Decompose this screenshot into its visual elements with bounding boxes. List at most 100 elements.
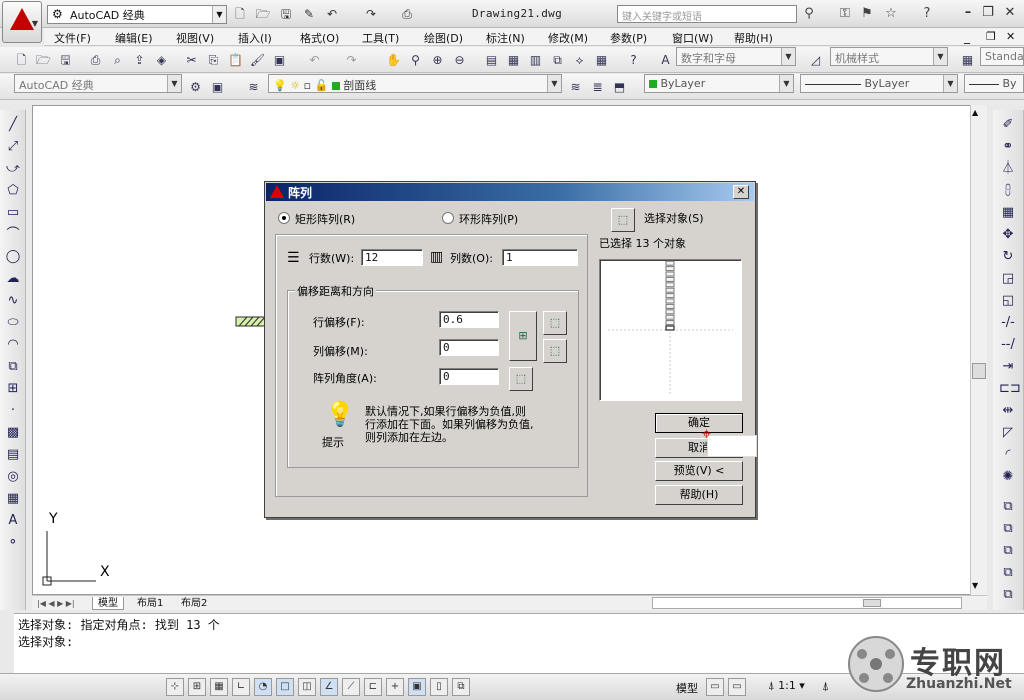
- ok-button[interactable]: 确定: [655, 413, 743, 433]
- array-icon[interactable]: ▦: [999, 204, 1017, 222]
- offset-icon[interactable]: ⩉: [999, 182, 1017, 200]
- dynamic-input-icon[interactable]: ⊏: [364, 678, 382, 696]
- bring-text-front-icon[interactable]: ⧉: [999, 586, 1017, 604]
- menu-parameters[interactable]: 参数(P): [610, 30, 647, 46]
- line-icon[interactable]: ╱: [4, 116, 22, 134]
- tab-layout1[interactable]: 布局1: [132, 597, 168, 610]
- region-icon[interactable]: ◎: [4, 468, 22, 486]
- tool-palettes-icon[interactable]: ▥: [526, 50, 545, 69]
- workspace-settings-icon[interactable]: ⚙: [186, 77, 205, 96]
- rectangle-icon[interactable]: ▭: [4, 204, 22, 222]
- menu-file[interactable]: 文件(F): [54, 30, 91, 46]
- ortho-mode-icon[interactable]: ∟: [232, 678, 250, 696]
- table-icon[interactable]: ▦: [4, 490, 22, 508]
- annotation-visibility-icon[interactable]: ⍋: [822, 679, 829, 694]
- polyline-icon[interactable]: ⤻: [4, 160, 22, 178]
- new-file-icon[interactable]: 🗋: [231, 5, 249, 23]
- redo-icon[interactable]: ↷: [342, 50, 361, 69]
- paste-icon[interactable]: 📋: [226, 50, 245, 69]
- copy-object-icon[interactable]: ⚭: [999, 138, 1017, 156]
- cut-icon[interactable]: ✂: [182, 50, 201, 69]
- menu-tools[interactable]: 工具(T): [362, 30, 399, 46]
- menu-view[interactable]: 视图(V): [176, 30, 214, 46]
- layer-previous-icon[interactable]: ≣: [588, 77, 607, 96]
- draworder-front-icon[interactable]: ⧉: [999, 498, 1017, 516]
- draworder-back-icon[interactable]: ⧉: [999, 520, 1017, 538]
- block-editor-icon[interactable]: ▣: [270, 50, 289, 69]
- trim-icon[interactable]: -/-: [999, 314, 1017, 332]
- workspace-switcher[interactable]: ⚙ AutoCAD 经典 ▼: [47, 5, 227, 24]
- menu-window[interactable]: 窗口(W): [672, 30, 713, 46]
- tab-layout2[interactable]: 布局2: [176, 597, 212, 610]
- plot-icon[interactable]: ⎙: [86, 50, 105, 69]
- zoom-window-icon[interactable]: ⊕: [428, 50, 447, 69]
- tab-nav-arrows[interactable]: |◀ ◀ ▶ ▶|: [32, 597, 80, 610]
- publish-icon[interactable]: ⇪: [130, 50, 149, 69]
- preview-button[interactable]: 预览(V) <: [655, 461, 743, 481]
- stretch-icon[interactable]: ◱: [999, 292, 1017, 310]
- text-style-icon[interactable]: A: [656, 50, 675, 69]
- pick-column-offset-button[interactable]: ⬚: [543, 339, 567, 363]
- close-icon[interactable]: ✕: [1000, 4, 1020, 22]
- layer-properties-icon[interactable]: ≋: [244, 77, 263, 96]
- dialog-close-button[interactable]: ✕: [733, 185, 749, 199]
- menu-edit[interactable]: 编辑(E): [115, 30, 153, 46]
- redo-icon[interactable]: ↷: [362, 5, 380, 23]
- text-style-select[interactable]: 数字和字母 ▼: [676, 47, 796, 66]
- dim-style-icon[interactable]: ◿: [806, 50, 825, 69]
- workspace-save-icon[interactable]: ▣: [208, 77, 227, 96]
- menu-insert[interactable]: 插入(I): [238, 30, 272, 46]
- 3d-dwf-icon[interactable]: ◈: [152, 50, 171, 69]
- pick-angle-button[interactable]: ⬚: [509, 367, 533, 391]
- vertical-scrollbar[interactable]: ▲ ▼: [970, 105, 987, 595]
- pick-both-offsets-button[interactable]: ⊞: [509, 311, 537, 361]
- menu-modify[interactable]: 修改(M): [548, 30, 588, 46]
- doc-minimize-icon[interactable]: _: [964, 30, 970, 44]
- draworder-above-icon[interactable]: ⧉: [999, 542, 1017, 560]
- draworder-under-icon[interactable]: ⧉: [999, 564, 1017, 582]
- properties-icon[interactable]: ▤: [482, 50, 501, 69]
- make-block-icon[interactable]: ⊞: [4, 380, 22, 398]
- menu-draw[interactable]: 绘图(D): [424, 30, 463, 46]
- selection-cycling-icon[interactable]: ⧉: [452, 678, 470, 696]
- move-icon[interactable]: ✥: [999, 226, 1017, 244]
- quick-properties-icon[interactable]: ▯: [430, 678, 448, 696]
- menu-help[interactable]: 帮助(H): [734, 30, 773, 46]
- communication-icon[interactable]: ⚑: [858, 5, 876, 23]
- row-offset-input[interactable]: 0.6: [439, 311, 499, 328]
- minimize-icon[interactable]: –: [958, 4, 978, 22]
- calculator-icon[interactable]: ▦: [592, 50, 611, 69]
- scroll-up-icon[interactable]: ▲: [972, 108, 978, 117]
- point-icon[interactable]: ·: [4, 402, 22, 420]
- polygon-icon[interactable]: ⬠: [4, 182, 22, 200]
- object-snap-icon[interactable]: □: [276, 678, 294, 696]
- gradient-icon[interactable]: ▤: [4, 446, 22, 464]
- ellipse-arc-icon[interactable]: ◠: [4, 336, 22, 354]
- zoom-previous-icon[interactable]: ⊖: [450, 50, 469, 69]
- sheet-set-icon[interactable]: ⧉: [548, 50, 567, 69]
- lineweight-icon[interactable]: +: [386, 678, 404, 696]
- undo-icon[interactable]: ↶: [323, 5, 341, 23]
- search-input[interactable]: 键入关键字或短语: [617, 5, 797, 23]
- open-icon[interactable]: 🗁: [34, 50, 53, 69]
- arc-icon[interactable]: ⌒: [4, 226, 22, 244]
- erase-icon[interactable]: ✐: [999, 116, 1017, 134]
- hatch-icon[interactable]: ▩: [4, 424, 22, 442]
- make-current-layer-icon[interactable]: ≋: [566, 77, 585, 96]
- horizontal-scrollbar[interactable]: [652, 597, 962, 609]
- break-at-point-icon[interactable]: ⇥: [999, 358, 1017, 376]
- 3d-osnap-icon[interactable]: ◫: [298, 678, 316, 696]
- favorites-star-icon[interactable]: ☆: [882, 5, 900, 23]
- pick-row-offset-button[interactable]: ⬚: [543, 311, 567, 335]
- quick-view-drawings-icon[interactable]: ▭: [728, 678, 746, 696]
- dialog-title-bar[interactable]: 阵列: [266, 183, 754, 201]
- grid-display-icon[interactable]: ▦: [210, 678, 228, 696]
- multiline-text-icon[interactable]: A: [4, 512, 22, 530]
- polar-array-radio[interactable]: [442, 212, 454, 224]
- qnew-icon[interactable]: 🗋: [12, 50, 31, 69]
- polar-tracking-icon[interactable]: ◔: [254, 678, 272, 696]
- undo-icon[interactable]: ↶: [305, 50, 324, 69]
- rows-input[interactable]: 12: [361, 249, 423, 266]
- layer-state-icon[interactable]: ⬒: [610, 77, 629, 96]
- doc-close-icon[interactable]: ✕: [1006, 30, 1015, 43]
